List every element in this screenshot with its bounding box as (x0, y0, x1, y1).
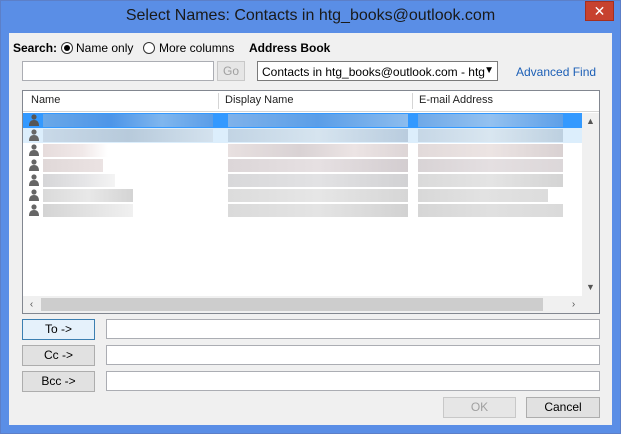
to-button[interactable]: To -> (22, 319, 95, 340)
column-header-display-name[interactable]: Display Name (225, 94, 293, 106)
scroll-left-icon[interactable]: ‹ (23, 296, 40, 313)
column-header-email[interactable]: E-mail Address (419, 94, 493, 106)
redacted-email (418, 114, 563, 127)
contact-icon (29, 159, 39, 171)
redacted-display-name (228, 189, 408, 202)
address-book-label: Address Book (249, 41, 331, 55)
redacted-name (43, 159, 103, 172)
redacted-display-name (228, 159, 408, 172)
redacted-name (43, 189, 133, 202)
ok-button[interactable]: OK (443, 397, 516, 418)
redacted-display-name (228, 174, 408, 187)
scroll-corner (582, 296, 599, 313)
column-divider[interactable] (218, 93, 219, 109)
column-divider[interactable] (412, 93, 413, 109)
contact-icon (29, 189, 39, 201)
redacted-email (418, 129, 563, 142)
dialog-body: Search: Name only More columns Address B… (9, 33, 612, 425)
redacted-email (418, 174, 563, 187)
redacted-email (418, 189, 548, 202)
table-row[interactable] (23, 143, 583, 158)
contact-icon (29, 114, 39, 126)
more-columns-label[interactable]: More columns (159, 41, 234, 55)
contact-icon (29, 174, 39, 186)
redacted-display-name (228, 144, 408, 157)
redacted-display-name (228, 129, 408, 142)
vertical-scrollbar[interactable]: ▲ ▼ (582, 113, 599, 296)
dialog-title: Select Names: Contacts in htg_books@outl… (125, 7, 496, 24)
redacted-display-name (228, 204, 408, 217)
redacted-name (43, 204, 133, 217)
cancel-button[interactable]: Cancel (526, 397, 600, 418)
redacted-name (43, 114, 213, 127)
table-row[interactable] (23, 158, 583, 173)
horizontal-scrollbar[interactable]: ‹ › (23, 296, 582, 313)
redacted-email (418, 204, 563, 217)
list-header: Name Display Name E-mail Address (23, 91, 599, 112)
go-button[interactable]: Go (217, 61, 245, 81)
list-rows (23, 113, 583, 273)
close-button[interactable]: ✕ (585, 1, 614, 21)
redacted-name (43, 129, 213, 142)
scroll-up-icon[interactable]: ▲ (582, 113, 599, 130)
contacts-list[interactable]: Name Display Name E-mail Address ▲ ▼ ‹ › (22, 90, 600, 314)
redacted-name (43, 174, 115, 187)
column-header-name[interactable]: Name (31, 94, 60, 106)
search-input[interactable] (22, 61, 214, 81)
bcc-button[interactable]: Bcc -> (22, 371, 95, 392)
chevron-down-icon: ▼ (484, 65, 494, 76)
table-row[interactable] (23, 173, 583, 188)
redacted-display-name (228, 114, 408, 127)
table-row[interactable] (23, 188, 583, 203)
redacted-email (418, 159, 563, 172)
more-columns-radio[interactable] (143, 42, 155, 54)
table-row[interactable] (23, 128, 583, 143)
to-field[interactable] (106, 319, 600, 339)
advanced-find-link[interactable]: Advanced Find (516, 65, 596, 79)
scroll-right-icon[interactable]: › (565, 296, 582, 313)
contact-icon (29, 204, 39, 216)
scrollbar-thumb[interactable] (41, 298, 543, 311)
contact-icon (29, 129, 39, 141)
contact-icon (29, 144, 39, 156)
scroll-down-icon[interactable]: ▼ (582, 279, 599, 296)
address-book-select[interactable]: Contacts in htg_books@outlook.com - htg … (257, 61, 498, 81)
table-row[interactable] (23, 113, 583, 128)
redacted-name (43, 144, 108, 157)
redacted-email (418, 144, 563, 157)
table-row[interactable] (23, 203, 583, 218)
name-only-radio[interactable] (61, 42, 73, 54)
cc-button[interactable]: Cc -> (22, 345, 95, 366)
search-label: Search: (13, 41, 58, 55)
title-bar[interactable]: Select Names: Contacts in htg_books@outl… (1, 1, 620, 33)
bcc-field[interactable] (106, 371, 600, 391)
address-book-value: Contacts in htg_books@outlook.com - htg (262, 65, 485, 79)
cc-field[interactable] (106, 345, 600, 365)
name-only-label[interactable]: Name only (76, 41, 133, 55)
dialog-window: Select Names: Contacts in htg_books@outl… (0, 0, 621, 434)
